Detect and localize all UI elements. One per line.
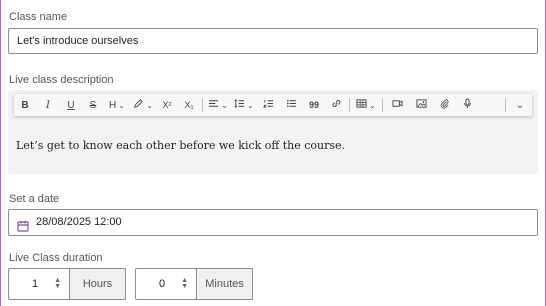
chevron-down-icon: ⌄ [118,100,125,110]
line-spacing-icon [234,98,245,112]
stepper-arrows-icon[interactable]: ▲ ▼ [54,277,61,290]
description-editor[interactable]: B I U S H ⌄ ⌄ X² X₁ ⌄ ⌄ 99 ⌄ ⌄ Let’s get… [8,90,538,174]
superscript-button[interactable]: X² [156,94,178,116]
toolbar-divider [202,98,203,112]
toolbar-divider [349,98,350,112]
minutes-unit-label: Minutes [196,268,253,300]
chevron-down-icon: ⌄ [369,100,376,110]
minutes-stepper[interactable]: 0 ▲ ▼ [135,268,197,300]
table-icon [356,98,367,112]
insert-video-button[interactable] [385,94,409,116]
record-audio-button[interactable] [455,94,479,116]
chevron-down-icon: ⌄ [515,99,525,111]
date-value: 28/08/2025 12:00 [36,216,122,228]
table-dropdown[interactable]: ⌄ [352,94,380,116]
align-left-icon [208,98,219,112]
hours-unit-label: Hours [69,268,126,300]
chevron-down-icon: ⌄ [247,100,254,110]
link-button[interactable] [325,94,347,116]
more-tools-button[interactable]: ⌄ [508,94,532,116]
highlight-dropdown[interactable]: ⌄ [130,94,156,116]
stepper-arrows-icon[interactable]: ▲ ▼ [181,277,188,290]
duration-label: Live Class duration [9,252,103,264]
highlighter-icon [133,98,144,112]
strikethrough-button[interactable]: S [82,94,104,116]
heading-dropdown[interactable]: H ⌄ [104,94,130,116]
paperclip-icon [439,98,450,112]
date-input[interactable]: 28/08/2025 12:00 [8,209,538,236]
chevron-down-icon: ⌄ [146,100,153,110]
description-body[interactable]: Let’s get to know each other before we k… [16,139,345,152]
calendar-icon[interactable] [17,217,29,242]
link-icon [331,98,342,112]
chevron-down-icon: ⌄ [221,100,228,110]
frame-border-left [0,0,1,306]
image-icon [415,98,427,112]
italic-button[interactable]: I [36,94,60,116]
bullet-list-button[interactable] [279,94,303,116]
editor-toolbar: B I U S H ⌄ ⌄ X² X₁ ⌄ ⌄ 99 ⌄ ⌄ [14,94,532,116]
numbered-list-button[interactable] [257,94,279,116]
insert-image-button[interactable] [409,94,433,116]
bold-button[interactable]: B [14,94,36,116]
class-name-label: Class name [9,11,68,23]
class-name-input[interactable]: Let's introduce ourselves [8,28,538,54]
quote-button[interactable]: 99 [303,94,325,116]
underline-button[interactable]: U [60,94,82,116]
subscript-button[interactable]: X₁ [178,94,200,116]
heading-label: H [109,99,117,111]
description-label: Live class description [9,74,114,86]
toolbar-divider [382,98,383,112]
microphone-icon [462,98,473,112]
numbered-list-icon [262,98,274,112]
align-dropdown[interactable]: ⌄ [205,94,231,116]
hours-stepper[interactable]: 1 ▲ ▼ [8,268,70,300]
video-icon [391,98,403,112]
line-spacing-dropdown[interactable]: ⌄ [231,94,257,116]
attach-file-button[interactable] [433,94,455,116]
toolbar-divider [505,98,506,112]
date-label: Set a date [9,193,60,205]
bullet-list-icon [286,98,297,112]
